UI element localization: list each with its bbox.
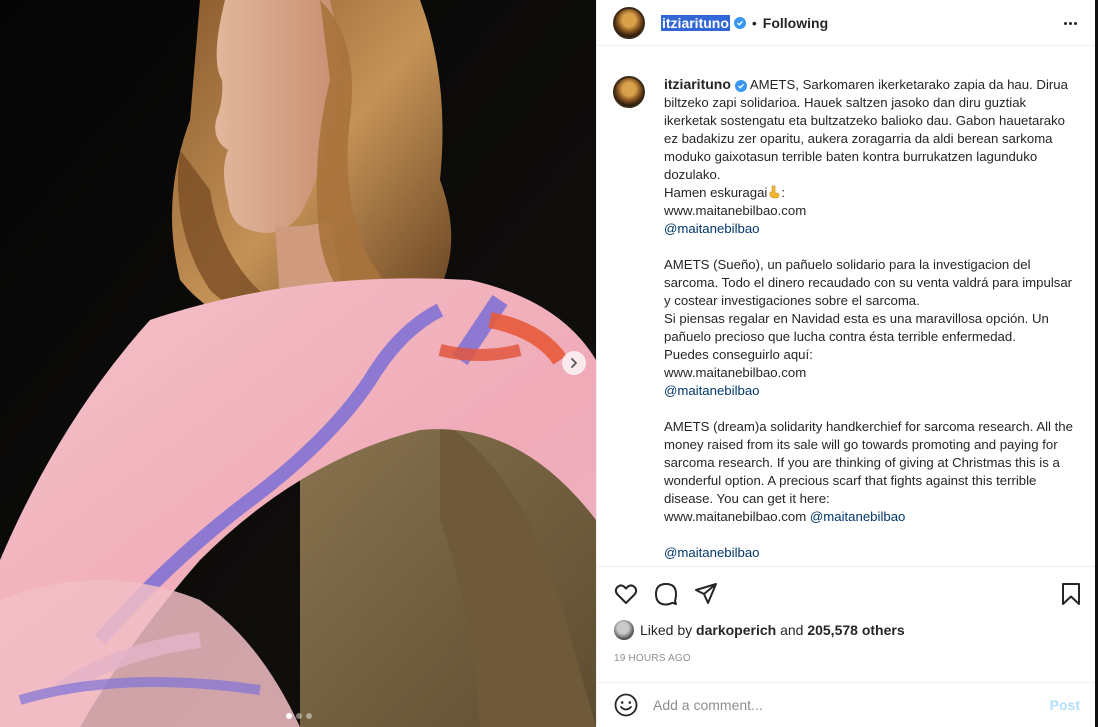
smiley-icon[interactable] bbox=[613, 692, 639, 718]
likes-prefix: Liked by bbox=[640, 622, 693, 638]
caption-row: itziarituno AMETS, Sarkomaren ikerketara… bbox=[613, 75, 1080, 562]
post-media[interactable] bbox=[0, 0, 596, 727]
post-photo bbox=[0, 0, 596, 727]
add-comment-bar: Post bbox=[597, 682, 1096, 727]
author-avatar[interactable] bbox=[613, 6, 645, 39]
caption-website-link-1[interactable]: www.maitanebilbao.com bbox=[664, 203, 806, 218]
following-button[interactable]: Following bbox=[763, 15, 828, 31]
caption-paragraph-es-1: AMETS (Sueño), un pañuelo solidario para… bbox=[664, 257, 1076, 308]
caption-website-link-3[interactable]: www.maitanebilbao.com bbox=[664, 509, 806, 524]
post-timestamp[interactable]: 19 HOURS AGO bbox=[614, 653, 691, 664]
separator-dot: • bbox=[751, 14, 757, 31]
caption-mention-link-4[interactable]: @maitanebilbao bbox=[664, 545, 760, 560]
verified-badge-icon bbox=[734, 80, 747, 92]
caption-text: itziarituno AMETS, Sarkomaren ikerketara… bbox=[664, 75, 1079, 562]
likes-summary: Liked by darkoperich and 205,578 others bbox=[614, 620, 905, 640]
chevron-right-icon bbox=[571, 358, 577, 368]
caption-line-available: Hamen eskuragai bbox=[664, 185, 768, 200]
post-actions-bar bbox=[597, 566, 1096, 618]
caption-mention-link-3[interactable]: @maitanebilbao bbox=[810, 509, 906, 524]
post-side-panel: itziarituno • Following itziarituno AMET… bbox=[596, 0, 1096, 727]
likes-count[interactable]: 205,578 others bbox=[807, 622, 904, 638]
caption-paragraph-es-2: Si piensas regalar en Navidad esta es un… bbox=[664, 311, 1053, 344]
liker-avatar[interactable] bbox=[614, 620, 634, 640]
paper-plane-icon[interactable] bbox=[693, 581, 719, 607]
comment-input[interactable] bbox=[653, 697, 1050, 713]
comments-section[interactable]: itziarituno AMETS, Sarkomaren ikerketara… bbox=[597, 59, 1096, 565]
carousel-dot-3 bbox=[306, 713, 312, 719]
post-header: itziarituno • Following bbox=[597, 0, 1096, 46]
likes-connector: and bbox=[780, 622, 804, 638]
caption-mention-link-1[interactable]: @maitanebilbao bbox=[664, 221, 760, 236]
caption-mention-link-2[interactable]: @maitanebilbao bbox=[664, 383, 760, 398]
verified-badge-icon bbox=[733, 16, 746, 29]
carousel-dot-2 bbox=[296, 713, 302, 719]
more-options-icon[interactable] bbox=[1060, 14, 1080, 32]
carousel-indicator bbox=[286, 713, 312, 719]
caption-website-link-2[interactable]: www.maitanebilbao.com bbox=[664, 365, 806, 380]
carousel-dot-1 bbox=[286, 713, 292, 719]
caption-line-colon: : bbox=[781, 185, 786, 200]
caption-author-avatar[interactable] bbox=[613, 76, 645, 108]
caption-username[interactable]: itziarituno bbox=[664, 76, 731, 92]
bookmark-icon[interactable] bbox=[1058, 581, 1084, 607]
pointing-down-hand-icon bbox=[770, 185, 780, 199]
carousel-next-button[interactable] bbox=[562, 351, 586, 375]
heart-icon[interactable] bbox=[613, 581, 639, 607]
comment-icon[interactable] bbox=[653, 581, 679, 607]
liker-username[interactable]: darkoperich bbox=[696, 622, 776, 638]
post-comment-button[interactable]: Post bbox=[1050, 697, 1080, 713]
caption-paragraph-en: AMETS (dream)a solidarity handkerchief f… bbox=[664, 419, 1077, 506]
caption-paragraph-es-3: Puedes conseguirlo aquí: bbox=[664, 347, 813, 362]
caption-paragraph-eu: AMETS, Sarkomaren ikerketarako zapia da … bbox=[664, 77, 1072, 182]
author-username[interactable]: itziarituno bbox=[661, 14, 730, 31]
